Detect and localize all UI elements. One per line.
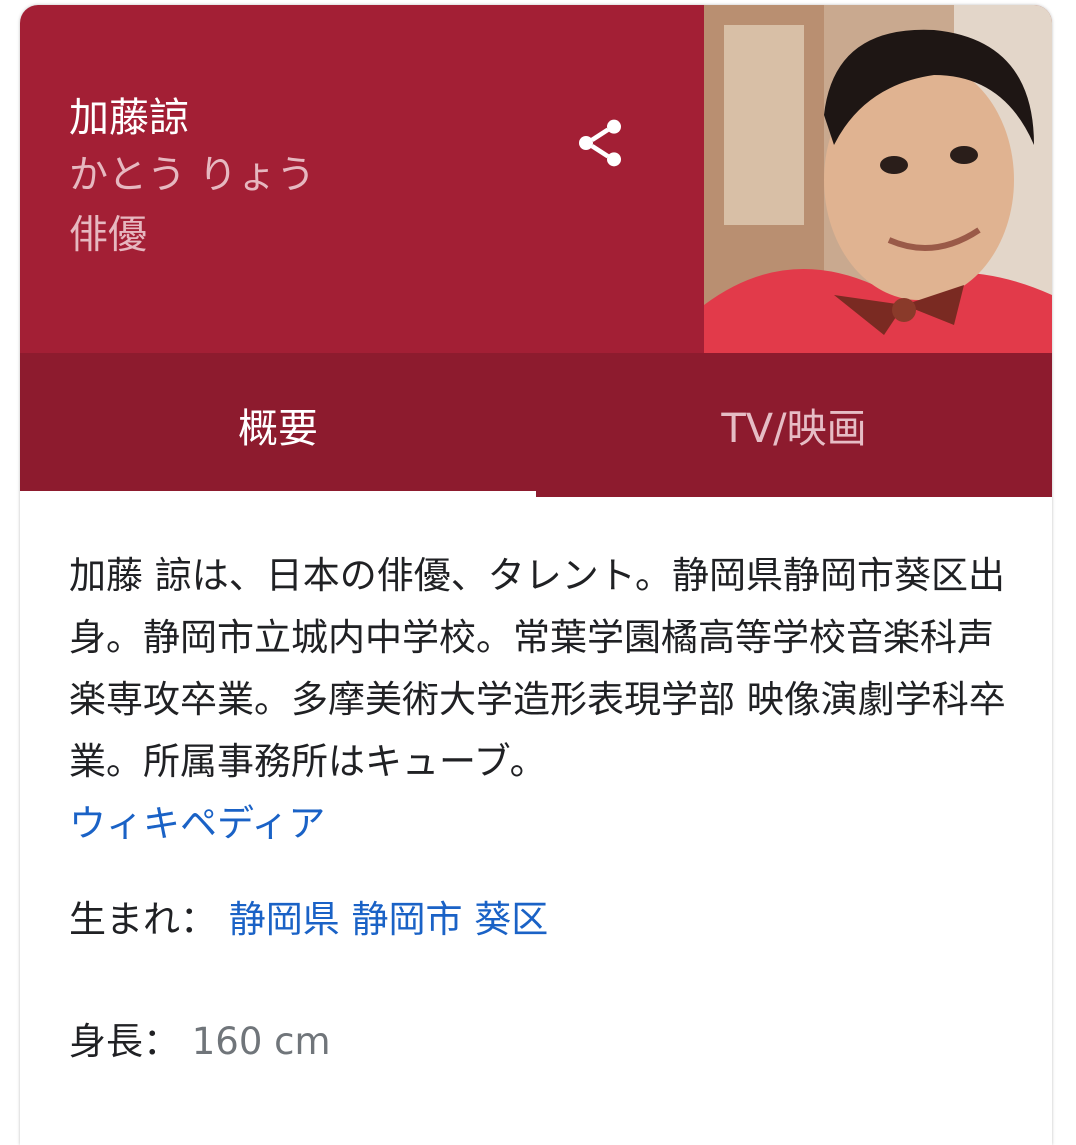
share-icon xyxy=(579,119,621,167)
fact-height-value: 160 cm xyxy=(191,1020,331,1063)
fact-height-label: 身長： xyxy=(69,1020,180,1063)
tab-tv-movies[interactable]: TV/映画 xyxy=(536,353,1052,497)
panel-header: 加藤諒 かとう りょう 俳優 xyxy=(20,5,1052,353)
name-reading: かとう りょう xyxy=(69,153,316,198)
profile-photo[interactable] xyxy=(704,5,1052,353)
occupation-subtitle: 俳優 xyxy=(69,213,148,258)
share-button[interactable] xyxy=(568,111,632,175)
fact-born-label: 生まれ： xyxy=(69,898,217,941)
description-section: 加藤 諒は、日本の俳優、タレント。静岡県静岡市葵区出身。静岡市立城内中学校。常葉… xyxy=(69,545,1009,855)
description-text: 加藤 諒は、日本の俳優、タレント。静岡県静岡市葵区出身。静岡市立城内中学校。常葉… xyxy=(69,554,1006,783)
born-link-ward[interactable]: 葵区 xyxy=(474,898,548,941)
page-title: 加藤諒 xyxy=(69,95,189,141)
fact-born: 生まれ： 静岡県 静岡市 葵区 xyxy=(69,895,548,945)
wikipedia-link[interactable]: ウィキペディア xyxy=(69,793,325,855)
portrait-image xyxy=(704,5,1052,353)
tab-overview[interactable]: 概要 xyxy=(20,353,536,497)
knowledge-panel: 加藤諒 かとう りょう 俳優 概要 TV/映画 加藤 諒は、日本の俳優、タレント… xyxy=(20,5,1052,1145)
tab-bar: 概要 TV/映画 xyxy=(20,353,1052,497)
selected-tab-indicator xyxy=(20,491,536,497)
fact-height: 身長： 160 cm xyxy=(69,1017,331,1067)
born-link-city[interactable]: 静岡市 xyxy=(352,898,463,941)
born-link-prefecture[interactable]: 静岡県 xyxy=(229,898,340,941)
